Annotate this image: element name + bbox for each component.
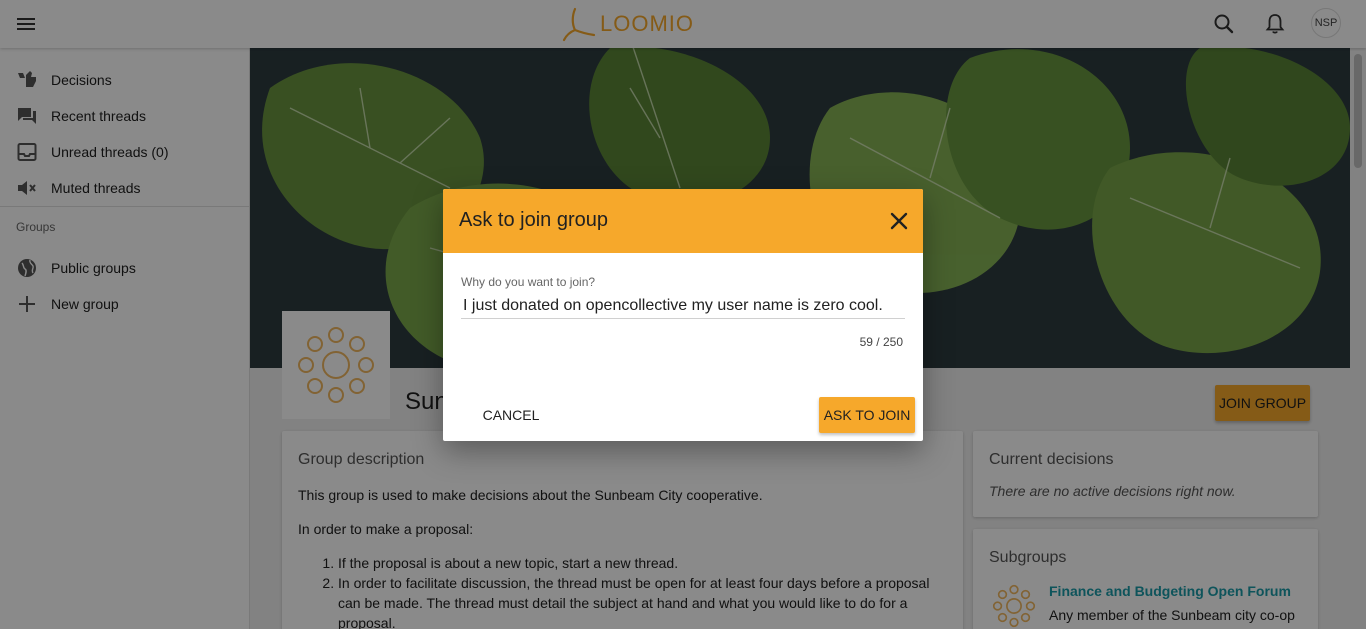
ask-to-join-dialog: Ask to join group Why do you want to joi… [443,189,923,441]
character-counter: 59 / 250 [859,335,903,349]
cancel-button[interactable]: CANCEL [474,397,548,433]
dialog-title: Ask to join group [459,209,608,231]
reason-field-label: Why do you want to join? [461,275,596,289]
dialog-header: Ask to join group [443,189,923,253]
close-icon[interactable] [887,209,911,233]
reason-input[interactable] [461,293,905,319]
ask-to-join-button[interactable]: ASK TO JOIN [819,397,915,433]
